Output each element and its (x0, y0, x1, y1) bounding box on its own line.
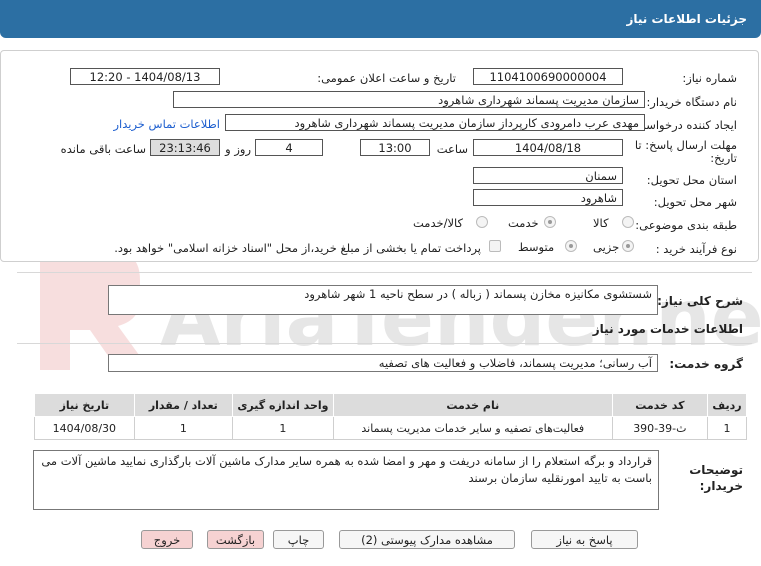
cell-quantity: 1 (133, 416, 233, 440)
table-row: 1 ث-39-390 فعالیت‌های تصفیه و سایر خدمات… (34, 416, 747, 440)
need-number-label: شماره نیاز: (682, 71, 737, 85)
description-field: شستشوی مکانیزه مخازن پسماند ( زباله ) در… (108, 285, 658, 315)
description-label: شرح کلی نیاز: (657, 294, 743, 308)
back-button[interactable]: بازگشت (207, 530, 264, 549)
buyer-org-field: سازمان مدیریت پسماند شهرداری شاهرود (173, 91, 645, 108)
process-minor-label: جزیی (593, 240, 620, 254)
treasury-payment-checkbox[interactable] (489, 240, 501, 252)
cell-unit: 1 (231, 416, 334, 440)
province-label: استان محل تحویل: (646, 173, 737, 187)
buyer-contact-link[interactable]: اطلاعات تماس خریدار (113, 117, 220, 131)
creator-label: ایجاد کننده درخواست: (631, 118, 737, 132)
category-both-label: کالا/خدمت (413, 216, 464, 230)
province-field: سمنان (473, 167, 623, 184)
category-both-radio[interactable] (476, 216, 488, 228)
divider (17, 272, 752, 273)
divider (17, 343, 752, 344)
col-service-name: نام خدمت (332, 393, 613, 417)
buyer-notes-field: قرارداد و برگه استعلام را از سامانه دریف… (33, 450, 659, 510)
process-minor-radio[interactable] (622, 240, 634, 252)
process-type-label: نوع فرآیند خرید : (655, 242, 737, 256)
cell-need-date: 1404/08/30 (34, 416, 135, 440)
creator-field: مهدی عرب دامرودی کارپرداز سازمان مدیریت … (225, 114, 645, 131)
cell-service-code: ث-39-390 (611, 416, 709, 440)
table-header-row: ردیف کد خدمت نام خدمت واحد اندازه گیری ت… (34, 393, 747, 417)
deadline-time-label: ساعت (436, 142, 468, 156)
remaining-time-field: 23:13:46 (150, 139, 220, 156)
treasury-payment-note: پرداخت تمام یا بخشی از مبلغ خرید،از محل … (114, 241, 481, 255)
attachments-button[interactable]: مشاهده مدارک پیوستی (2) (339, 530, 515, 549)
col-service-code: کد خدمت (611, 393, 709, 417)
service-group-field: آب رسانی؛ مدیریت پسماند، فاضلاب و فعالیت… (108, 354, 658, 372)
deadline-date-field: 1404/08/18 (473, 139, 623, 156)
process-medium-label: متوسط (518, 240, 555, 254)
category-goods-label: کالا (593, 216, 609, 230)
need-number-field: 1104100690000004 (473, 68, 623, 85)
announce-date-field: 1404/08/13 - 12:20 (70, 68, 220, 85)
title-bar: جزئیات اطلاعات نیاز (0, 0, 761, 38)
col-row: ردیف (707, 393, 747, 417)
category-service-radio[interactable] (544, 216, 556, 228)
page-title: جزئیات اطلاعات نیاز (626, 12, 747, 26)
city-field: شاهرود (473, 189, 623, 206)
cell-row: 1 (707, 416, 747, 440)
cell-service-name: فعالیت‌های تصفیه و سایر خدمات مدیریت پسم… (332, 416, 613, 440)
services-section-title: اطلاعات خدمات مورد نیاز (592, 322, 743, 336)
category-service-label: خدمت (508, 216, 539, 230)
reply-button[interactable]: پاسخ به نیاز (531, 530, 638, 549)
announce-date-label: تاریخ و ساعت اعلان عمومی: (317, 71, 456, 85)
category-label: طبقه بندی موضوعی: (635, 218, 737, 232)
buyer-org-label: نام دستگاه خریدار: (646, 95, 737, 109)
col-unit: واحد اندازه گیری (231, 393, 334, 417)
remaining-days-field: 4 (255, 139, 323, 156)
remaining-time-label: ساعت باقی مانده (60, 142, 146, 156)
deadline-time-field: 13:00 (360, 139, 430, 156)
exit-button[interactable]: خروج (141, 530, 193, 549)
category-goods-radio[interactable] (622, 216, 634, 228)
services-table: ردیف کد خدمت نام خدمت واحد اندازه گیری ت… (34, 393, 747, 440)
col-quantity: تعداد / مقدار (133, 393, 233, 417)
city-label: شهر محل تحویل: (653, 195, 737, 209)
buyer-notes-label: توضیحات خریدار: (689, 463, 743, 493)
service-group-label: گروه خدمت: (669, 357, 743, 371)
process-medium-radio[interactable] (565, 240, 577, 252)
deadline-label: مهلت ارسال پاسخ: تا تاریخ: (634, 138, 737, 165)
print-button[interactable]: چاپ (273, 530, 324, 549)
col-need-date: تاریخ نیاز (34, 393, 135, 417)
days-label: روز و (225, 142, 251, 156)
